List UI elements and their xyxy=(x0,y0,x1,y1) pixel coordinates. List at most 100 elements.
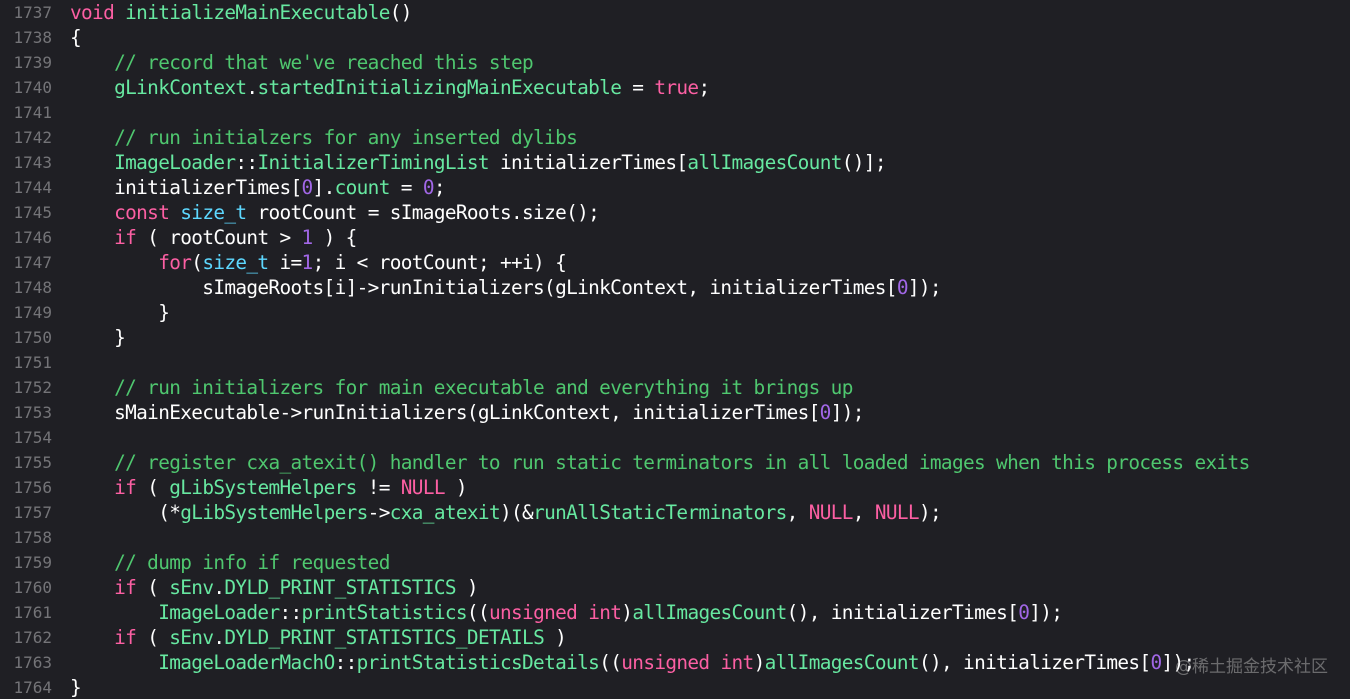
code-line[interactable]: 1745 const size_t rootCount = sImageRoot… xyxy=(0,200,1350,225)
line-number: 1753 xyxy=(13,403,52,422)
code-token: ]); xyxy=(830,401,865,424)
line-number: 1741 xyxy=(13,103,52,122)
code-text: initializerTimes[0].count = 0; xyxy=(70,175,445,200)
code-token: 0 xyxy=(422,176,435,199)
line-number: 1743 xyxy=(13,153,52,172)
code-line[interactable]: 1753 sMainExecutable->runInitializers(gL… xyxy=(0,400,1350,425)
line-number: 1761 xyxy=(13,603,52,622)
code-token: ( xyxy=(136,626,170,649)
code-token: NULL xyxy=(400,476,446,499)
code-text: // record that we've reached this step xyxy=(70,50,534,75)
code-line[interactable]: 1741 xyxy=(0,100,1350,125)
code-text: if ( gLibSystemHelpers != NULL ) xyxy=(70,475,467,500)
code-token: ImageLoader xyxy=(158,601,280,624)
code-token: if xyxy=(114,576,137,599)
line-number: 1760 xyxy=(13,578,52,597)
code-line[interactable]: 1739 // record that we've reached this s… xyxy=(0,50,1350,75)
code-token: ]. xyxy=(312,176,336,199)
code-token: ; xyxy=(433,176,446,199)
code-line[interactable]: 1737 void initializeMainExecutable() xyxy=(0,0,1350,25)
code-line[interactable]: 1743 ImageLoader::InitializerTimingList … xyxy=(0,150,1350,175)
code-line[interactable]: 1742 // run initialzers for any inserted… xyxy=(0,125,1350,150)
line-number: 1754 xyxy=(13,428,52,447)
code-line[interactable]: 1760 if ( sEnv.DYLD_PRINT_STATISTICS ) xyxy=(0,575,1350,600)
code-token: 0 xyxy=(301,176,314,199)
code-line[interactable]: 1762 if ( sEnv.DYLD_PRINT_STATISTICS_DET… xyxy=(0,625,1350,650)
code-text: } xyxy=(70,325,126,350)
code-line[interactable]: 1750 } xyxy=(0,325,1350,350)
code-text: // run initialzers for any inserted dyli… xyxy=(70,125,578,150)
code-token: if xyxy=(114,626,137,649)
code-token: , xyxy=(786,501,809,524)
code-token: count xyxy=(334,176,391,199)
code-line[interactable]: 1757 (*gLibSystemHelpers->cxa_atexit)(&r… xyxy=(0,500,1350,525)
line-number: 1749 xyxy=(13,303,52,322)
code-token: i= xyxy=(268,251,302,274)
code-line[interactable]: 1751 xyxy=(0,350,1350,375)
line-number: 1746 xyxy=(13,228,52,247)
code-line[interactable]: 1764} xyxy=(0,675,1350,699)
code-text: ImageLoaderMachO::printStatisticsDetails… xyxy=(70,650,1195,675)
code-token: 0 xyxy=(1150,651,1162,674)
code-text: const size_t rootCount = sImageRoots.siz… xyxy=(70,200,600,225)
code-token: ( rootCount > xyxy=(136,226,302,249)
code-token: ImageLoader xyxy=(114,151,236,174)
code-token: (), initializerTimes[ xyxy=(918,651,1151,674)
code-editor[interactable]: 1737 void initializeMainExecutable() 1738{… xyxy=(0,0,1350,699)
code-token: . xyxy=(246,76,258,99)
code-token: int xyxy=(588,601,622,624)
code-text: sMainExecutable->runInitializers(gLinkCo… xyxy=(70,400,864,425)
code-line[interactable]: 1756 if ( gLibSystemHelpers != NULL ) xyxy=(0,475,1350,500)
code-token: ) xyxy=(444,476,468,499)
code-token: gLinkContext xyxy=(114,76,247,99)
code-line[interactable]: 1740 gLinkContext.startedInitializingMai… xyxy=(0,75,1350,100)
code-token: // dump info if requested xyxy=(114,551,390,574)
code-token: ( xyxy=(191,251,203,274)
code-line[interactable]: 1744 initializerTimes[0].count = 0; xyxy=(0,175,1350,200)
code-line[interactable]: 1758 xyxy=(0,525,1350,550)
code-token: )(& xyxy=(499,501,534,524)
code-line[interactable]: 1754 xyxy=(0,425,1350,450)
line-number: 1757 xyxy=(13,503,52,522)
code-line[interactable]: 1761 ImageLoader::printStatistics((unsig… xyxy=(0,600,1350,625)
line-number: 1747 xyxy=(13,253,52,272)
code-token: size_t xyxy=(180,201,247,224)
code-token: , xyxy=(852,501,875,524)
code-token: (( xyxy=(466,601,490,624)
code-line[interactable]: 1755 // register cxa_atexit() handler to… xyxy=(0,450,1350,475)
code-token: ImageLoaderMachO xyxy=(158,651,335,674)
code-token: } xyxy=(70,326,126,349)
code-token: rootCount = sImageRoots.size(); xyxy=(246,201,600,224)
line-number: 1752 xyxy=(13,378,52,397)
code-text: ImageLoader::InitializerTimingList initi… xyxy=(70,150,886,175)
code-text: // run initializers for main executable … xyxy=(70,375,853,400)
code-token: ; i < rootCount; ++i) { xyxy=(312,251,567,274)
code-line[interactable]: 1746 if ( rootCount > 1 ) { xyxy=(0,225,1350,250)
code-text: for(size_t i=1; i < rootCount; ++i) { xyxy=(70,250,567,275)
code-line[interactable]: 1748 sImageRoots[i]->runInitializers(gLi… xyxy=(0,275,1350,300)
code-line[interactable]: 1749 } xyxy=(0,300,1350,325)
code-token: (( xyxy=(599,651,622,674)
code-line[interactable]: 1763 ImageLoaderMachO::printStatisticsDe… xyxy=(0,650,1350,675)
code-token: (), initializerTimes[ xyxy=(786,601,1019,624)
code-token: // run initialzers for any inserted dyli… xyxy=(114,126,578,149)
code-token: true xyxy=(654,76,699,99)
code-text: { xyxy=(70,25,82,50)
code-line[interactable]: 1747 for(size_t i=1; i < rootCount; ++i)… xyxy=(0,250,1350,275)
code-line[interactable]: 1738 { xyxy=(0,25,1350,50)
code-text: // register cxa_atexit() handler to run … xyxy=(70,450,1250,475)
code-text: if ( rootCount > 1 ) { xyxy=(70,225,357,250)
code-line[interactable]: 1752 // run initializers for main execut… xyxy=(0,375,1350,400)
code-token: = xyxy=(621,76,655,99)
code-line[interactable]: 1759 // dump info if requested xyxy=(0,550,1350,575)
code-token: // run initializers for main executable … xyxy=(114,376,853,399)
